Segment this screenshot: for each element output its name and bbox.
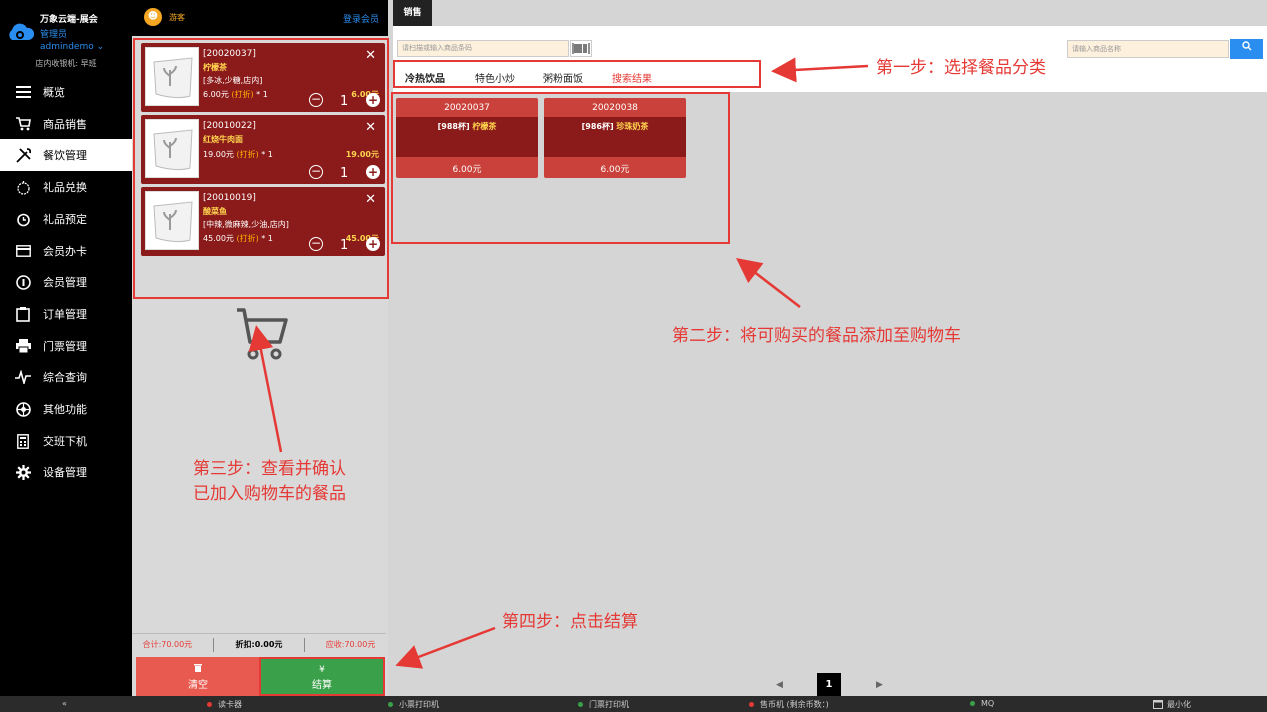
minimize-label: 最小化 — [1167, 700, 1191, 709]
status-dot-icon — [388, 702, 393, 707]
step1-annotation: 第一步：选择餐品分类 — [876, 58, 1046, 78]
step3-arrow — [248, 325, 283, 453]
status-receipt-printer: 小票打印机 — [388, 699, 439, 710]
sidebar-collapse-button[interactable]: « — [62, 699, 67, 708]
status-card-reader: 读卡器 — [207, 699, 242, 710]
step2-arrow — [736, 257, 801, 308]
status-mq: MQ — [970, 699, 994, 708]
step3-annotation-line2: 已加入购物车的餐品 — [193, 484, 346, 504]
status-dot-icon — [749, 702, 754, 707]
step4-arrow — [395, 626, 496, 669]
window-icon — [1153, 700, 1163, 709]
step3-annotation-line1: 第三步：查看并确认 — [193, 459, 346, 479]
status-label: 售币机 (剩余币数：) — [760, 700, 829, 709]
status-ticket-printer: 门票打印机 — [578, 699, 629, 710]
status-dot-icon — [207, 702, 212, 707]
status-bar: « 读卡器 小票打印机 门票打印机 售币机 (剩余币数：) MQ 最小化 — [0, 696, 1267, 712]
step2-annotation: 第二步：将可购买的餐品添加至购物车 — [672, 326, 961, 346]
status-label: 读卡器 — [218, 700, 242, 709]
app-root: 万象云端-展会 管理员 admindemo ⌄ 店内收银机: 早班 概览 商品销… — [0, 0, 1267, 712]
annotation-arrows — [248, 57, 869, 669]
status-dot-icon — [578, 702, 583, 707]
status-label: 门票打印机 — [589, 700, 629, 709]
status-label: MQ — [981, 699, 995, 708]
status-label: 小票打印机 — [399, 700, 439, 709]
status-coin-machine: 售币机 (剩余币数：) — [749, 699, 829, 710]
status-dot-icon — [970, 701, 975, 706]
step4-annotation: 第四步：点击结算 — [502, 612, 638, 632]
minimize-button[interactable]: 最小化 — [1153, 699, 1191, 710]
step1-arrow — [771, 57, 869, 83]
